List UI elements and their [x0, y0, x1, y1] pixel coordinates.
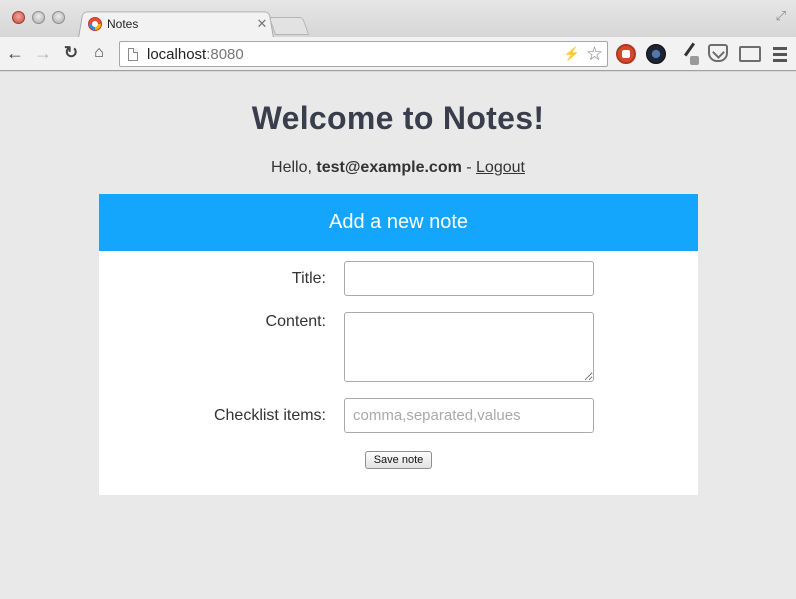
back-arrow-icon[interactable]: ← — [4, 42, 26, 64]
browser-toolbar: ← → ↻ ⌂ localhost:8080 ⚡ ☆ — [0, 37, 796, 71]
tab-title: Notes — [107, 17, 139, 31]
page-icon — [128, 47, 138, 61]
new-tab-button[interactable] — [268, 17, 310, 35]
lens-extension-icon[interactable] — [646, 44, 666, 64]
url-host: localhost — [147, 45, 207, 63]
forward-arrow-icon[interactable]: → — [32, 42, 54, 64]
content-textarea[interactable] — [344, 312, 594, 382]
title-input[interactable] — [344, 261, 594, 296]
page-title: Welcome to Notes! — [251, 100, 545, 136]
eyedropper-extension-icon[interactable] — [680, 42, 699, 66]
user-email: test@example.com — [316, 159, 462, 176]
hamburger-menu-icon[interactable] — [773, 47, 787, 65]
title-label: Title: — [291, 270, 326, 287]
chrome-favicon-icon — [88, 17, 102, 31]
stop-extension-icon[interactable] — [616, 44, 636, 64]
form-header: Add a new note — [99, 194, 698, 251]
page-content: Welcome to Notes! Hello, test@example.co… — [0, 72, 796, 599]
lightning-icon[interactable]: ⚡ — [564, 46, 580, 62]
checklist-label: Checklist items: — [213, 407, 326, 424]
zoom-window-button[interactable] — [52, 11, 65, 24]
window-titlebar: Notes ✕ ⤢ — [0, 0, 796, 38]
add-note-form: Add a new note Title: Content: Checklist… — [99, 194, 698, 495]
browser-tab-content[interactable]: Notes ✕ — [88, 14, 268, 34]
home-icon[interactable]: ⌂ — [88, 42, 110, 64]
fullscreen-icon[interactable]: ⤢ — [776, 8, 786, 24]
pocket-extension-icon[interactable] — [708, 44, 728, 62]
address-bar[interactable]: localhost:8080 ⚡ ☆ — [119, 41, 608, 67]
save-note-button[interactable]: Save note — [365, 451, 432, 469]
bookmark-star-icon[interactable]: ☆ — [586, 45, 603, 64]
content-label: Content: — [265, 313, 326, 330]
greeting-separator: - — [461, 159, 477, 176]
user-greeting: Hello, test@example.com - Logout — [0, 159, 796, 177]
close-window-button[interactable] — [12, 11, 25, 24]
logout-link[interactable]: Logout — [476, 159, 525, 176]
minimize-window-button[interactable] — [32, 11, 45, 24]
tab-close-icon[interactable]: ✕ — [256, 16, 268, 32]
cast-extension-icon[interactable] — [739, 46, 761, 62]
checklist-input[interactable] — [344, 398, 594, 433]
greeting-prefix: Hello, — [271, 159, 317, 176]
url-port: :8080 — [206, 45, 244, 63]
reload-icon[interactable]: ↻ — [60, 42, 82, 64]
